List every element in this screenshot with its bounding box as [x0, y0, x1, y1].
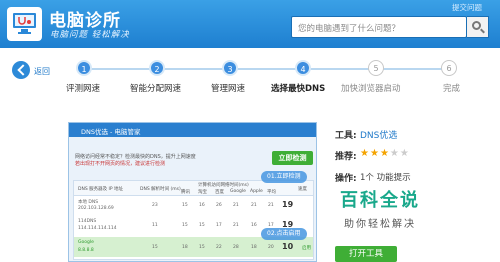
app-header: 电脑诊所 电脑问题 轻松解决 提交问题 您的电脑遇到了什么问题？ — [0, 0, 500, 48]
tool-name[interactable]: DNS优选 — [360, 128, 397, 141]
step-5-dot: 5 — [368, 60, 384, 76]
tool-label: 工具: — [335, 131, 357, 141]
star-icon: ★ — [360, 148, 370, 159]
step-6-label: 完成 — [443, 84, 461, 94]
search-input[interactable]: 您的电脑遇到了什么问题？ — [291, 16, 467, 38]
step-2-label: 智能分配网速 — [130, 84, 182, 94]
star-icon: ★ — [379, 148, 390, 159]
search-button[interactable] — [467, 16, 489, 38]
step-5-label: 加快浏览器启动 — [341, 84, 401, 94]
app-slogan: 电脑问题 轻松解决 — [50, 30, 130, 40]
dns-table-header: DNS 服务器及 IP 地址 DNS 解析时间 (ms) 腾讯 淘宝 百度 Go… — [74, 181, 313, 196]
step-6-dot: 6 — [441, 60, 457, 76]
enable-link[interactable]: 启用 — [302, 245, 311, 251]
open-tool-button[interactable]: 打开工具 — [335, 246, 397, 262]
step-2-dot: 2 — [149, 60, 165, 76]
table-row-selected: Google 8.8.8.8 15 18 15 22 28 18 20 10 启… — [74, 237, 313, 257]
star-icon: ★ — [369, 148, 380, 159]
back-arrow-icon[interactable] — [12, 61, 30, 79]
screenshot-intro: 网络访问经常不稳定？检测最快的DNS，提升上网速度 若出现打不开网页的情况，建议… — [75, 154, 196, 167]
stethoscope-logo-icon — [7, 7, 42, 41]
step-1-dot: 1 — [76, 60, 92, 76]
watermark-logo: 百科全说 — [340, 190, 420, 211]
star-empty-icon: ★ — [389, 148, 400, 159]
screenshot-window-title: DNS优选 - 电脑管家 — [69, 123, 316, 137]
callout-enable: 02.点击启用 — [261, 228, 307, 240]
table-row: 本地 DNS 202.103.128.69 23 15 16 26 21 21 … — [78, 200, 294, 211]
rating-label: 推荐: — [335, 152, 357, 162]
star-empty-icon: ★ — [399, 148, 410, 159]
feedback-link[interactable]: 提交问题 — [452, 2, 482, 13]
steps-progress-line — [84, 68, 456, 70]
step-3-dot: 3 — [222, 60, 238, 76]
dns-table: DNS 服务器及 IP 地址 DNS 解析时间 (ms) 腾讯 淘宝 百度 Go… — [73, 180, 314, 260]
step-1-label: 评测网速 — [66, 84, 101, 94]
back-link[interactable]: 返回 — [34, 66, 50, 77]
watermark-subtitle: 助你轻松解决 — [344, 219, 416, 230]
step-4-dot: 4 — [295, 60, 311, 76]
step-4-label: 选择最快DNS — [271, 84, 326, 94]
detect-now-button[interactable]: 立即检测 — [272, 151, 313, 165]
rating-stars: ★★★★★ — [360, 148, 410, 159]
callout-detect: 01.立即检测 — [261, 171, 307, 183]
tool-screenshot: DNS优选 - 电脑管家 网络访问经常不稳定？检测最快的DNS，提升上网速度 若… — [68, 122, 317, 262]
step-3-label: 管理网速 — [211, 84, 246, 94]
ops-text: 1个 功能提示 — [360, 173, 411, 183]
